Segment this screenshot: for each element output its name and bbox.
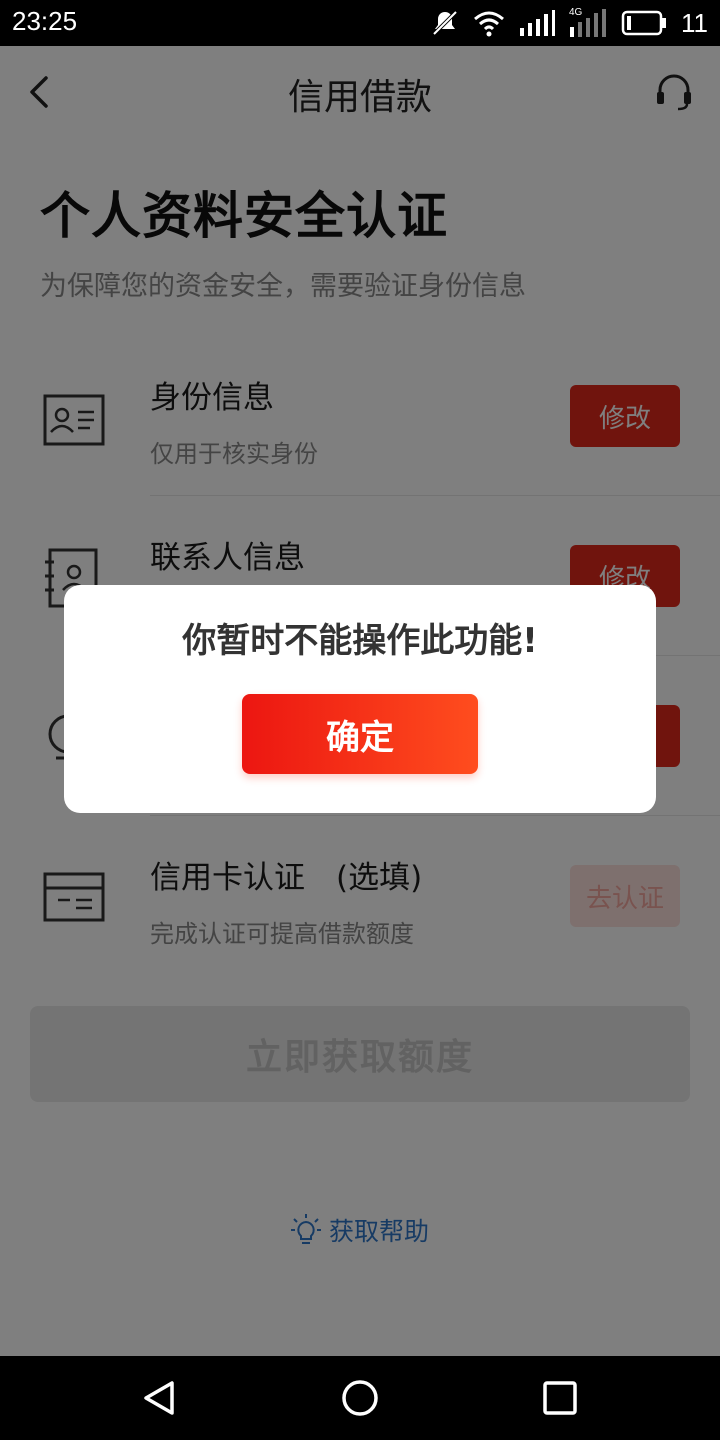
- mute-icon: [432, 10, 458, 36]
- nav-back-icon[interactable]: [140, 1378, 180, 1418]
- signal-4g-icon: 4G: [569, 7, 607, 37]
- nav-recents-icon[interactable]: [540, 1378, 580, 1418]
- status-time: 23:25: [12, 6, 78, 36]
- signal-icon: [520, 10, 555, 36]
- battery-icon: [621, 10, 666, 36]
- nav-home-icon[interactable]: [340, 1378, 380, 1418]
- confirm-button[interactable]: 确定: [242, 694, 478, 774]
- status-bar: 23:25 4G 11: [0, 0, 720, 46]
- battery-level: 11: [681, 7, 708, 38]
- dialog-message: 你暂时不能操作此功能!: [182, 621, 538, 661]
- alert-dialog: 你暂时不能操作此功能! 确定: [64, 585, 656, 813]
- wifi-icon: [474, 11, 504, 37]
- system-nav-bar: [0, 1356, 720, 1440]
- status-icons: 4G 11: [431, 7, 708, 38]
